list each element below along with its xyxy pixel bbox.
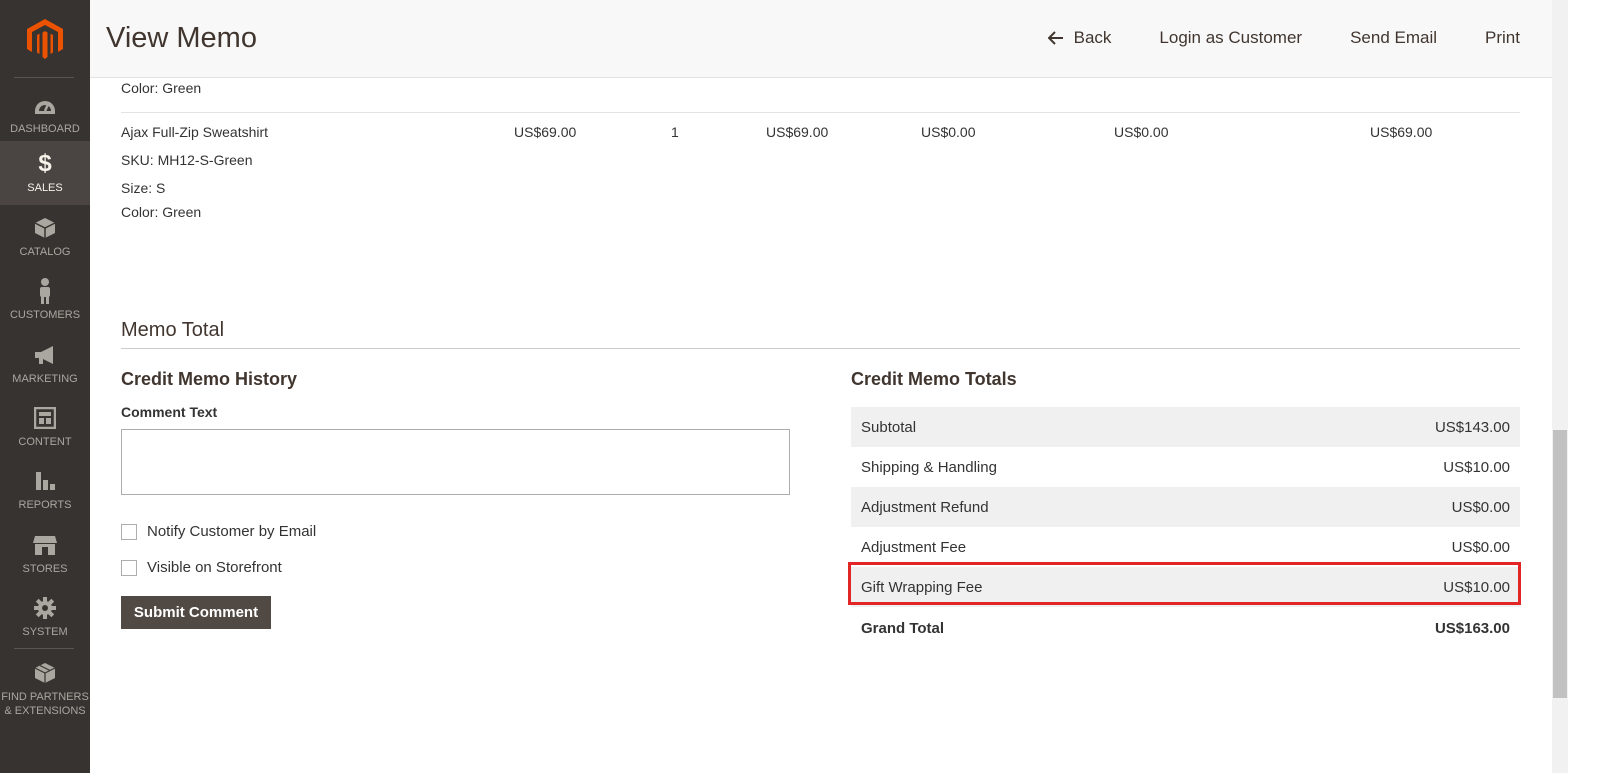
notify-customer-checkbox[interactable]: Notify Customer by Email [121, 523, 316, 540]
sidebar-item-partners[interactable]: FIND PARTNERS & EXTENSIONS [0, 650, 90, 720]
sidebar-item-catalog[interactable]: CATALOG [0, 205, 90, 269]
item-name: Ajax Full-Zip Sweatshirt [121, 124, 269, 140]
totals-label: Subtotal [861, 418, 917, 436]
totals-label: Adjustment Refund [861, 498, 989, 516]
sidebar-item-marketing[interactable]: MARKETING [0, 332, 90, 396]
grand-total-label: Grand Total [861, 619, 945, 637]
credit-memo-totals-table: Subtotal US$143.00 Shipping & Handling U… [851, 407, 1520, 649]
item-size: Size: S [121, 180, 166, 196]
dashboard-icon [32, 92, 58, 118]
admin-sidebar: DASHBOARD $ SALES CATALOG CUSTOMERS MARK… [0, 0, 90, 773]
visible-on-storefront-label: Visible on Storefront [147, 559, 282, 576]
back-label: Back [1073, 28, 1112, 47]
totals-label: Shipping & Handling [861, 458, 997, 476]
section-divider [121, 348, 1520, 349]
sidebar-item-label: STORES [22, 563, 68, 575]
header-actions: Back Login as Customer Send Email Print [1047, 28, 1520, 48]
credit-memo-totals-title: Credit Memo Totals [851, 369, 1017, 389]
item-qty: 1 [671, 124, 679, 140]
sidebar-item-reports[interactable]: REPORTS [0, 458, 90, 522]
sidebar-item-label: REPORTS [18, 499, 72, 511]
blocks-icon [32, 660, 58, 686]
page-header: View Memo Back Login as Customer Send Em… [90, 0, 1552, 78]
bar-chart-icon [32, 468, 58, 494]
item-subtotal: US$69.00 [766, 124, 829, 140]
back-button[interactable]: Back [1047, 28, 1112, 48]
totals-value: US$0.00 [1451, 538, 1510, 556]
totals-label: Adjustment Fee [861, 538, 967, 556]
dollar-icon: $ [38, 150, 52, 177]
partners-label-line1: FIND PARTNERS [1, 691, 89, 703]
login-as-customer-button[interactable]: Login as Customer [1159, 28, 1302, 48]
previous-item-color: Color: Green [121, 80, 202, 96]
sidebar-item-customers[interactable]: CUSTOMERS [0, 268, 90, 332]
print-button[interactable]: Print [1485, 28, 1520, 48]
totals-value: US$10.00 [1443, 458, 1510, 476]
totals-row-grand-total: Grand Total US$163.00 [851, 607, 1520, 649]
item-sku: SKU: MH12-S-Green [121, 152, 253, 168]
sidebar-item-dashboard[interactable]: DASHBOARD [0, 82, 90, 146]
sidebar-item-label: MARKETING [12, 373, 78, 385]
visible-on-storefront-checkbox[interactable]: Visible on Storefront [121, 559, 282, 576]
sidebar-item-label: CATALOG [19, 246, 71, 258]
send-email-button[interactable]: Send Email [1350, 28, 1437, 48]
grand-total-value: US$163.00 [1434, 619, 1510, 637]
sidebar-item-label: CONTENT [18, 436, 72, 448]
comment-text-input[interactable] [121, 429, 790, 495]
item-color: Color: Green [121, 204, 202, 220]
sidebar-divider [14, 77, 74, 78]
notify-customer-label: Notify Customer by Email [147, 523, 317, 540]
sidebar-item-label: DASHBOARD [10, 123, 80, 135]
totals-row-subtotal: Subtotal US$143.00 [851, 407, 1520, 447]
magento-logo-icon [27, 19, 63, 59]
sidebar-item-label: CUSTOMERS [9, 309, 81, 321]
magento-logo[interactable] [0, 0, 90, 78]
person-icon [32, 278, 58, 304]
store-icon [32, 532, 58, 558]
highlight-annotation [848, 562, 1521, 605]
partners-label-line2: & EXTENSIONS [4, 705, 86, 717]
item-row-total: US$69.00 [1370, 124, 1433, 140]
checkbox-box[interactable] [121, 559, 137, 576]
sidebar-item-label: SALES [27, 182, 63, 194]
totals-value: US$0.00 [1451, 498, 1510, 516]
totals-row-shipping: Shipping & Handling US$10.00 [851, 447, 1520, 487]
item-discount: US$0.00 [1114, 124, 1169, 140]
box-icon [32, 215, 58, 241]
sidebar-divider [14, 648, 74, 649]
gear-icon [32, 595, 58, 621]
sidebar-item-stores[interactable]: STORES [0, 522, 90, 586]
item-tax: US$0.00 [921, 124, 976, 140]
layout-icon [32, 405, 58, 431]
totals-row-adjustment-fee: Adjustment Fee US$0.00 [851, 527, 1520, 567]
totals-value: US$143.00 [1434, 418, 1510, 436]
page-edge [1568, 0, 1600, 773]
sidebar-item-content[interactable]: CONTENT [0, 395, 90, 459]
submit-comment-button[interactable]: Submit Comment [121, 596, 271, 629]
sidebar-item-sales[interactable]: $ SALES [0, 141, 90, 205]
sidebar-item-system[interactable]: SYSTEM [0, 585, 90, 649]
arrow-left-icon [1047, 31, 1063, 45]
item-price: US$69.00 [514, 124, 577, 140]
sidebar-item-label: SYSTEM [22, 626, 68, 638]
items-divider [121, 112, 1520, 113]
megaphone-icon [32, 342, 58, 368]
memo-total-title: Memo Total [121, 319, 225, 341]
comment-text-label: Comment Text [121, 404, 218, 420]
checkbox-box[interactable] [121, 523, 137, 540]
scrollbar-thumb[interactable] [1553, 430, 1567, 698]
totals-row-adjustment-refund: Adjustment Refund US$0.00 [851, 487, 1520, 527]
page-title: View Memo [106, 22, 257, 54]
credit-memo-history-title: Credit Memo History [121, 369, 298, 389]
